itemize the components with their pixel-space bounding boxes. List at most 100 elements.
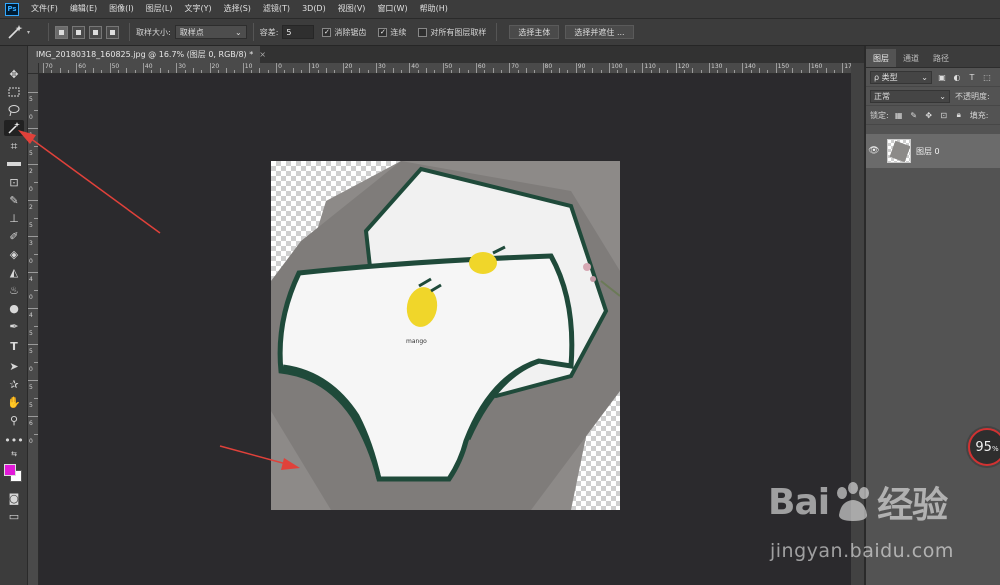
dodge-tool[interactable]: ● [4,300,24,316]
lock-position-icon[interactable]: ✥ [924,110,934,120]
ruler-icon [7,162,21,166]
menu-layer[interactable]: 图层(L) [140,0,179,18]
close-icon[interactable]: × [259,50,266,59]
sample-all-layers-option[interactable]: 对所有图层取样 [418,27,490,38]
menu-window[interactable]: 窗口(W) [371,0,413,18]
layer-filter-select[interactable]: ρ 类型 ⌄ [870,70,932,84]
pen-tool[interactable]: ✒ [4,318,24,334]
document-tab[interactable]: IMG_20180318_160825.jpg @ 16.7% (图层 0, R… [28,46,266,63]
image-filter-icon[interactable]: ▣ [937,72,947,82]
menu-edit[interactable]: 编辑(E) [64,0,103,18]
select-subject-button[interactable]: 选择主体 [509,25,560,39]
menu-select[interactable]: 选择(S) [218,0,257,18]
clone-stamp-tool[interactable]: ⊥ [4,210,24,226]
foreground-color-swatch[interactable] [4,464,16,476]
adjustment-filter-icon[interactable]: ◐ [952,72,962,82]
magic-wand-tool[interactable] [4,120,24,136]
shape-tool[interactable]: ✰ [4,376,24,392]
horizontal-ruler[interactable]: 70 60 50 40 30 20 10 0 10 20 30 40 50 60 70 80 90 100 110 1… [39,63,851,74]
history-brush-tool[interactable]: ✐ [4,228,24,244]
subtract-from-selection-button[interactable] [89,25,102,39]
tool-preset-picker[interactable]: ▾ [6,22,42,42]
intersect-selection-button[interactable] [106,25,119,39]
badge-value: 95 [975,439,992,455]
tab-paths[interactable]: 路径 [926,49,956,67]
antialias-option[interactable]: ✓ 消除锯齿 [322,27,370,38]
opacity-label: 不透明度: [955,91,990,101]
vertical-ruler[interactable]: 5 0 1 5 2 0 2 5 3 0 4 0 4 5 5 0 5 5 6 0 [28,74,39,585]
new-selection-button[interactable] [55,25,68,39]
ruler-minor-tick [833,70,835,73]
ruler-minor-tick [184,70,186,73]
ruler-label: 20 [344,63,353,70]
ruler-minor-tick [101,70,103,73]
canvas-area[interactable]: mango [39,74,851,585]
sample-size-select[interactable]: 取样点 ⌄ [174,25,247,39]
layer-row[interactable]: 👁︎ 图层 0 [866,134,1000,168]
paint-bucket-tool[interactable]: ◭ [4,264,24,280]
antialias-checkbox[interactable]: ✓ [322,27,332,37]
tab-layers[interactable]: 图层 [866,49,896,67]
lock-all-icon[interactable]: 🔒︎ [954,110,964,120]
ruler-tick [176,63,178,73]
screen-mode-button[interactable]: ▭ [4,508,24,524]
document-canvas[interactable]: mango [271,161,620,510]
ruler-minor-tick [567,70,569,73]
ruler-minor-tick [367,70,369,73]
ruler-minor-tick [326,68,328,73]
bandage-icon: ⊡ [9,175,19,189]
visibility-eye-icon[interactable]: 👁︎ [866,146,882,156]
ruler-minor-tick [492,68,494,73]
hand-tool[interactable]: ✋ [4,394,24,410]
crop-tool[interactable]: ⌗ [4,138,24,154]
select-and-mask-button[interactable]: 选择并遮住 ... [565,25,634,39]
menu-type[interactable]: 文字(Y) [178,0,217,18]
shape-filter-icon[interactable]: ⬚ [982,72,992,82]
add-to-selection-button[interactable] [72,25,85,39]
eraser-tool[interactable]: ◈ [4,246,24,262]
marquee-tool[interactable] [4,84,24,100]
layer-name[interactable]: 图层 0 [916,146,940,157]
quick-mask-button[interactable]: ◙ [4,490,24,506]
blend-mode-select[interactable]: 正常 ⌄ [870,89,950,103]
chevron-down-icon: ⌄ [939,91,946,101]
tab-channels[interactable]: 通道 [896,49,926,67]
menu-file[interactable]: 文件(F) [25,0,64,18]
lock-pixels-icon[interactable]: ✎ [909,110,919,120]
divider [496,23,498,41]
brush-tool[interactable]: ✎ [4,192,24,208]
path-selection-tool[interactable]: ➤ [4,358,24,374]
ruler-tick [242,63,244,73]
more-tools[interactable]: ••• [4,432,24,448]
ruler-minor-tick [650,70,652,73]
ruler-tool[interactable] [4,156,24,172]
lock-transparent-icon[interactable]: ▦ [894,110,904,120]
underwear-photo: mango [271,161,620,510]
swap-colors[interactable]: ⇆ [4,448,24,460]
spot-healing-tool[interactable]: ⊡ [4,174,24,190]
ruler-label: 0 [278,63,282,70]
lock-artboard-icon[interactable]: ⊡ [939,110,949,120]
contiguous-checkbox[interactable]: ✓ [378,27,388,37]
blur-tool[interactable]: ♨ [4,282,24,298]
contiguous-option[interactable]: ✓ 连续 [378,27,410,38]
type-filter-icon[interactable]: T [967,72,977,82]
move-tool[interactable]: ✥ [4,66,24,82]
menu-image[interactable]: 图像(I) [103,0,140,18]
menu-view[interactable]: 视图(V) [332,0,372,18]
ruler-tick [28,380,38,381]
ruler-tick [28,164,38,165]
lasso-tool[interactable] [4,102,24,118]
tolerance-input[interactable] [282,25,315,39]
ruler-tick [28,272,38,273]
type-tool[interactable]: T [4,338,24,354]
ruler-origin[interactable] [28,63,39,74]
menu-help[interactable]: 帮助(H) [414,0,454,18]
ruler-tick [34,182,38,183]
menu-3d[interactable]: 3D(D) [296,0,332,18]
zoom-tool[interactable]: ⚲ [4,412,24,428]
performance-badge[interactable]: 95% [968,428,1000,466]
menu-filter[interactable]: 滤镜(T) [257,0,296,18]
ruler-minor-tick [684,70,686,73]
sample-all-layers-checkbox[interactable] [418,27,428,37]
